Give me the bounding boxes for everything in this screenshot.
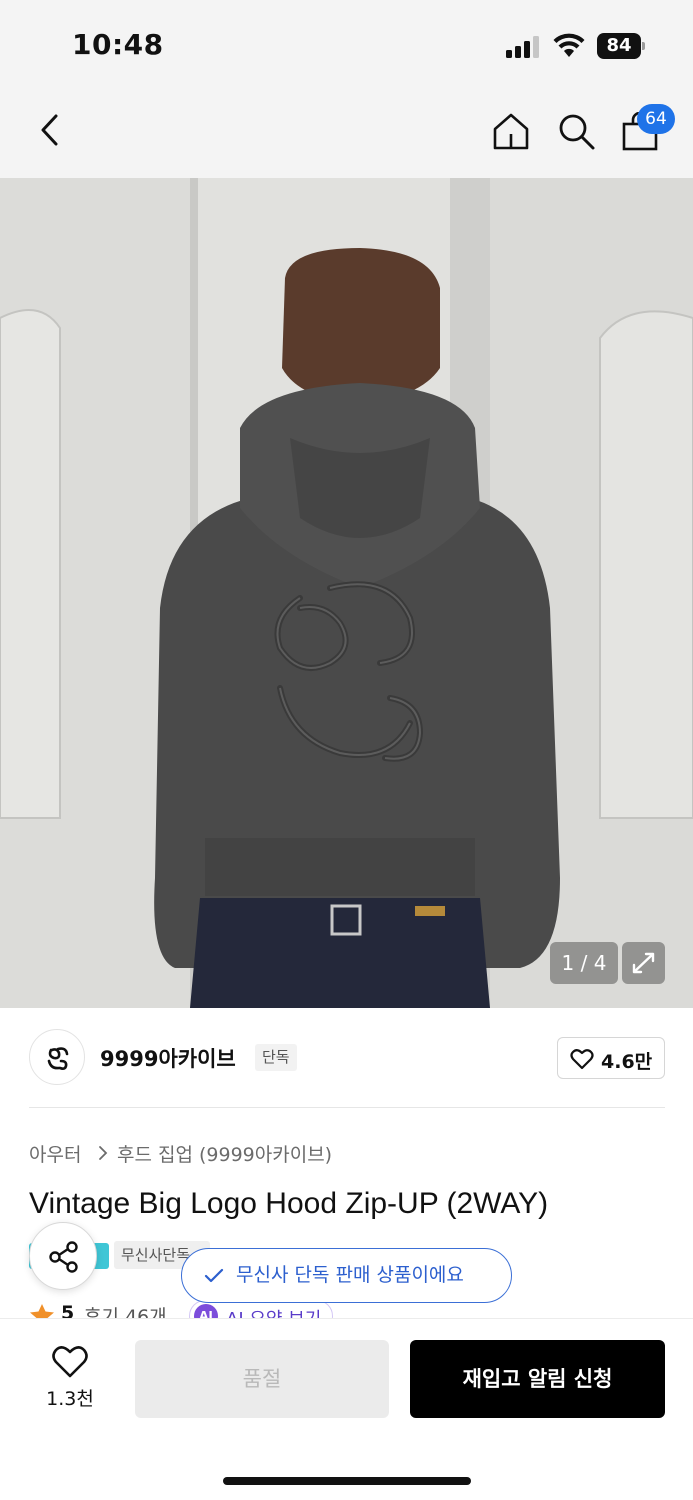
product-title: Vintage Big Logo Hood Zip-UP (2WAY) [29,1187,549,1220]
wishlist-heart-icon[interactable] [51,1345,89,1379]
breadcrumb-outer[interactable]: 아우터 [29,1140,81,1167]
top-navigation: 64 [0,88,693,178]
exclusive-tooltip-text: 무신사 단독 판매 상품이에요 [236,1264,464,1286]
home-indicator[interactable] [223,1477,471,1485]
review-count[interactable]: 후기 46개 [84,1302,167,1318]
battery-indicator: 84 [597,33,645,59]
expand-image-button[interactable] [622,942,665,984]
status-time: 10:48 [72,28,164,61]
share-button[interactable] [29,1222,97,1290]
brand-like-button[interactable]: 4.6만 [557,1037,665,1079]
expand-arrows-icon [632,952,655,974]
chevron-left-icon[interactable] [30,110,70,150]
checkmark-icon [204,1268,224,1283]
product-image[interactable] [0,178,693,1008]
exclusive-tag: 단독 [255,1044,297,1071]
wishlist-count: 1.3천 [46,1388,94,1410]
heart-outline-icon [570,1049,594,1070]
ai-icon: AI [194,1304,218,1318]
cart-count-badge[interactable]: 64 [637,104,675,134]
image-counter: 1 / 4 [550,942,618,984]
hoodie-photo [0,178,693,1008]
brand-logo[interactable] [29,1029,85,1085]
soldout-button: 품절 [135,1340,389,1418]
rating-score: 5 [61,1302,75,1318]
breadcrumb-hood-zipup[interactable]: 후드 집업 (9999아카이브) [117,1140,332,1167]
brand-like-count: 4.6만 [601,1051,653,1073]
chevron-right-icon [99,1146,108,1160]
cellular-signal-icon [506,36,542,58]
battery-level: 84 [597,33,641,59]
share-icon [49,1241,78,1273]
ai-summary-label: AI 요약 보기 [226,1305,321,1318]
exclusive-tooltip: 무신사 단독 판매 상품이에요 [181,1248,512,1303]
divider [29,1107,665,1108]
status-bar: 10:48 84 [0,0,693,88]
brand-name[interactable]: 9999아카이브 [100,1043,236,1073]
wifi-icon [553,33,585,57]
home-icon[interactable] [490,110,532,152]
search-icon[interactable] [555,110,597,152]
restock-alert-button[interactable]: 재입고 알림 신청 [410,1340,665,1418]
brand-logo-icon [47,1047,69,1070]
star-icon [30,1304,54,1318]
